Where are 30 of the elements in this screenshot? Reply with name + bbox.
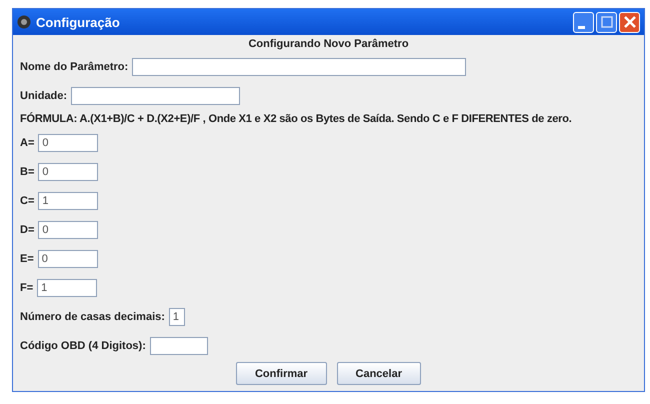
input-field[interactable]: 0 xyxy=(38,250,98,268)
input-field[interactable] xyxy=(71,86,240,104)
field-label: C= xyxy=(20,194,34,206)
field-label: Unidade: xyxy=(20,90,68,102)
field-label: B= xyxy=(20,166,34,178)
app-icon xyxy=(17,15,31,29)
field-label: E= xyxy=(20,252,34,264)
window-title: Configuração xyxy=(36,14,121,30)
formula-text: FÓRMULA: A.(X1+B)/C + D.(X2+E)/F , Onde X1 e X2 são os Bytes de Saída. Sendo C e F DIFERENTES de zero. xyxy=(20,111,573,127)
confirm-button[interactable]: Confirmar xyxy=(236,362,327,385)
minimize-button[interactable] xyxy=(573,12,594,32)
input-field[interactable]: 1 xyxy=(38,192,98,210)
maximize-button[interactable] xyxy=(596,12,617,32)
field-label: Código OBD (4 Digitos): xyxy=(20,340,146,352)
input-field[interactable]: 1 xyxy=(168,308,185,326)
field-label: D= xyxy=(20,224,34,236)
field-label: Número de casas decimais: xyxy=(20,310,165,322)
minimize-icon xyxy=(578,26,584,28)
input-field[interactable] xyxy=(132,58,466,76)
input-field[interactable]: 0 xyxy=(38,134,98,152)
input-field[interactable]: 0 xyxy=(38,162,98,180)
field-label: Nome do Parâmetro: xyxy=(20,60,128,72)
form-heading: Configurando Novo Parâmetro xyxy=(247,38,410,50)
close-button[interactable] xyxy=(619,12,640,32)
cancel-button[interactable]: Cancelar xyxy=(336,362,422,385)
input-field[interactable] xyxy=(150,336,208,354)
input-field[interactable]: 1 xyxy=(37,278,98,296)
input-field[interactable]: 0 xyxy=(38,220,98,238)
field-label: A= xyxy=(20,136,34,148)
field-label: F= xyxy=(20,282,34,294)
